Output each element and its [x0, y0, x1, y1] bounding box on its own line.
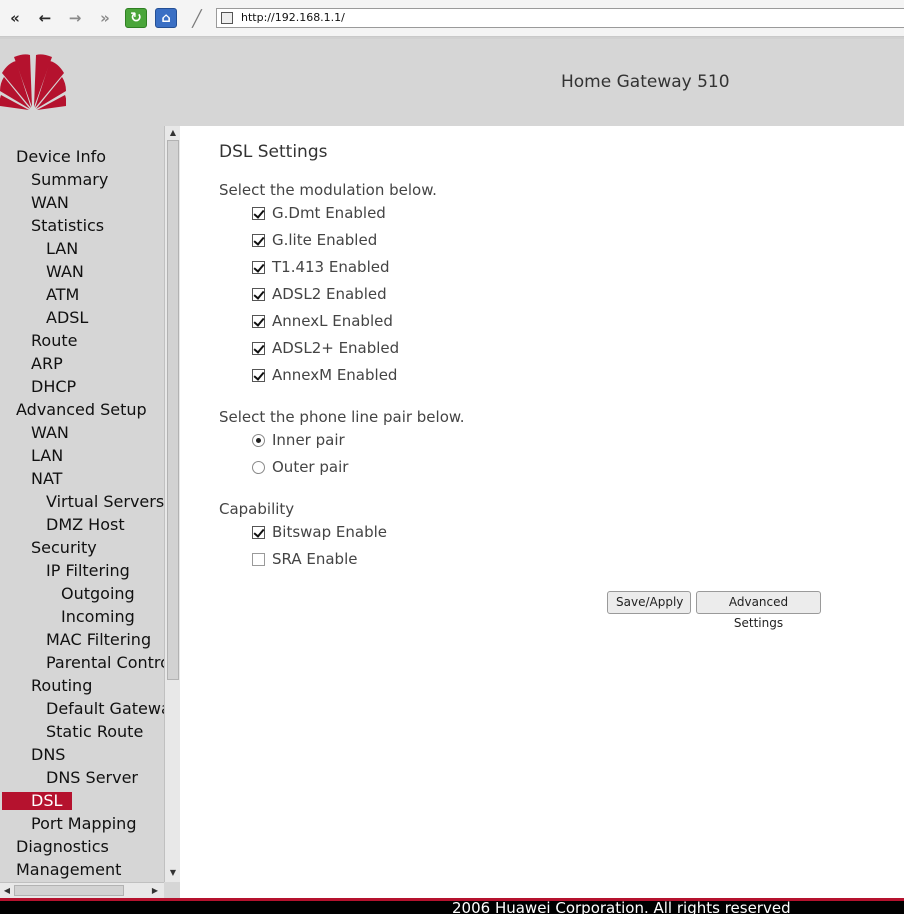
checkbox-adsl2-enabled[interactable]: ADSL2+ Enabled — [252, 338, 399, 358]
url-text: http://192.168.1.1/ — [241, 11, 345, 24]
home-icon[interactable]: ⌂ — [155, 8, 177, 28]
scroll-up-icon[interactable]: ▲ — [166, 126, 180, 140]
url-bar[interactable]: http://192.168.1.1/ — [216, 8, 904, 28]
sidebar-item-statistics[interactable]: Statistics — [31, 215, 104, 236]
sidebar-nav: Device Info Summary WAN Statistics LAN WAN ATM… — [0, 126, 164, 882]
refresh-icon[interactable]: ↻ — [125, 8, 147, 28]
sidebar-item-static-route[interactable]: Static Route — [46, 721, 143, 742]
scroll-left-icon[interactable]: ◀ — [0, 884, 14, 898]
scroll-right-icon[interactable]: ▶ — [148, 884, 162, 898]
checkbox[interactable] — [252, 287, 265, 301]
sidebar-item-virtual-servers[interactable]: Virtual Servers — [46, 491, 164, 512]
checkbox-annexm-enabled[interactable]: AnnexM Enabled — [252, 365, 397, 385]
option-label: AnnexM Enabled — [272, 366, 398, 384]
sidebar-item-security[interactable]: Security — [31, 537, 97, 558]
option-label: Outer pair — [272, 458, 349, 476]
option-label: G.Dmt Enabled — [272, 204, 386, 222]
sidebar-item-dhcp[interactable]: DHCP — [31, 376, 76, 397]
sidebar-item-wan[interactable]: WAN — [31, 422, 69, 443]
footer: 2006 Huawei Corporation. All rights rese… — [0, 901, 904, 914]
sidebar-item-management[interactable]: Management — [16, 859, 121, 880]
option-label: Inner pair — [272, 431, 345, 449]
option-label: SRA Enable — [272, 550, 358, 568]
radio-button[interactable] — [252, 433, 265, 447]
back-icon[interactable]: ← — [34, 8, 56, 28]
checkbox[interactable] — [252, 260, 265, 274]
radio-outer-pair[interactable]: Outer pair — [252, 457, 348, 477]
option-label: ADSL2+ Enabled — [272, 339, 400, 357]
checkbox[interactable] — [252, 552, 265, 566]
sidebar-item-dmz-host[interactable]: DMZ Host — [46, 514, 125, 535]
sidebar-item-port-mapping[interactable]: Port Mapping — [31, 813, 136, 834]
sidebar-item-device-info[interactable]: Device Info — [16, 146, 106, 167]
sidebar-item-route[interactable]: Route — [31, 330, 77, 351]
sidebar-item-nat[interactable]: NAT — [31, 468, 62, 489]
sidebar-item-arp[interactable]: ARP — [31, 353, 63, 374]
capability-label: Capability — [219, 500, 295, 518]
checkbox-t1-413-enabled[interactable]: T1.413 Enabled — [252, 257, 390, 277]
sidebar-item-routing[interactable]: Routing — [31, 675, 92, 696]
option-label: T1.413 Enabled — [272, 258, 390, 276]
checkbox[interactable] — [252, 206, 265, 220]
checkbox-adsl2-enabled[interactable]: ADSL2 Enabled — [252, 284, 387, 304]
checkbox-bitswap-enable[interactable]: Bitswap Enable — [252, 522, 387, 542]
sidebar-item-wan[interactable]: WAN — [31, 192, 69, 213]
sidebar: Device Info Summary WAN Statistics LAN WAN ATM… — [0, 126, 180, 898]
checkbox[interactable] — [252, 368, 265, 382]
advanced-settings-button[interactable]: Advanced Settings — [696, 591, 821, 630]
browser-toolbar: « ← → » ↻ ⌂ ╱ http://192.168.1.1/ — [0, 0, 904, 37]
option-label: G.lite Enabled — [272, 231, 378, 249]
page-header: Home Gateway 510 — [0, 39, 904, 126]
radio-button[interactable] — [252, 460, 265, 474]
sidebar-vertical-scrollbar[interactable]: ▲ ▼ — [164, 126, 180, 882]
sidebar-item-adsl[interactable]: ADSL — [46, 307, 88, 328]
checkbox-sra-enable[interactable]: SRA Enable — [252, 549, 357, 569]
last-page-icon[interactable]: » — [94, 8, 116, 28]
sidebar-item-incoming[interactable]: Incoming — [61, 606, 135, 627]
sidebar-item-advanced-setup[interactable]: Advanced Setup — [16, 399, 147, 420]
checkbox[interactable] — [252, 525, 265, 539]
main-content: DSL Settings Select the modulation below… — [180, 126, 904, 898]
option-label: ADSL2 Enabled — [272, 285, 387, 303]
radio-inner-pair[interactable]: Inner pair — [252, 430, 345, 450]
save-apply-button[interactable]: Save/Apply — [607, 591, 691, 614]
sidebar-horizontal-scrollbar[interactable]: ◀ ▶ — [0, 882, 164, 898]
sidebar-item-dns[interactable]: DNS — [31, 744, 65, 765]
copyright-text: 2006 Huawei Corporation. All rights rese… — [452, 901, 791, 914]
sidebar-item-default-gateway[interactable]: Default Gateway — [46, 698, 164, 719]
sidebar-item-atm[interactable]: ATM — [46, 284, 79, 305]
scroll-thumb[interactable] — [167, 140, 179, 680]
sidebar-item-wan[interactable]: WAN — [46, 261, 84, 282]
checkbox[interactable] — [252, 233, 265, 247]
sidebar-item-ip-filtering[interactable]: IP Filtering — [46, 560, 130, 581]
product-name: Home Gateway 510 — [561, 72, 730, 92]
sidebar-item-dsl[interactable]: DSL — [2, 792, 72, 810]
checkbox-g-dmt-enabled[interactable]: G.Dmt Enabled — [252, 203, 386, 223]
edit-icon[interactable]: ╱ — [186, 8, 208, 28]
checkbox[interactable] — [252, 341, 265, 355]
sidebar-item-outgoing[interactable]: Outgoing — [61, 583, 135, 604]
sidebar-item-lan[interactable]: LAN — [46, 238, 78, 259]
sidebar-item-lan[interactable]: LAN — [31, 445, 63, 466]
forward-icon[interactable]: → — [64, 8, 86, 28]
option-label: AnnexL Enabled — [272, 312, 393, 330]
sidebar-item-dns-server[interactable]: DNS Server — [46, 767, 138, 788]
modulation-label: Select the modulation below. — [219, 181, 437, 199]
page-icon — [221, 12, 233, 24]
sidebar-item-mac-filtering[interactable]: MAC Filtering — [46, 629, 151, 650]
checkbox-g-lite-enabled[interactable]: G.lite Enabled — [252, 230, 377, 250]
scroll-down-icon[interactable]: ▼ — [166, 866, 180, 880]
sidebar-item-diagnostics[interactable]: Diagnostics — [16, 836, 109, 857]
option-label: Bitswap Enable — [272, 523, 387, 541]
scroll-thumb-horizontal[interactable] — [14, 885, 124, 896]
first-page-icon[interactable]: « — [4, 8, 26, 28]
huawei-logo — [0, 54, 66, 110]
sidebar-item-summary[interactable]: Summary — [31, 169, 108, 190]
sidebar-item-parental-control[interactable]: Parental Control — [46, 652, 164, 673]
checkbox-annexl-enabled[interactable]: AnnexL Enabled — [252, 311, 393, 331]
page-title: DSL Settings — [219, 142, 328, 162]
checkbox[interactable] — [252, 314, 265, 328]
phone-line-label: Select the phone line pair below. — [219, 408, 465, 426]
